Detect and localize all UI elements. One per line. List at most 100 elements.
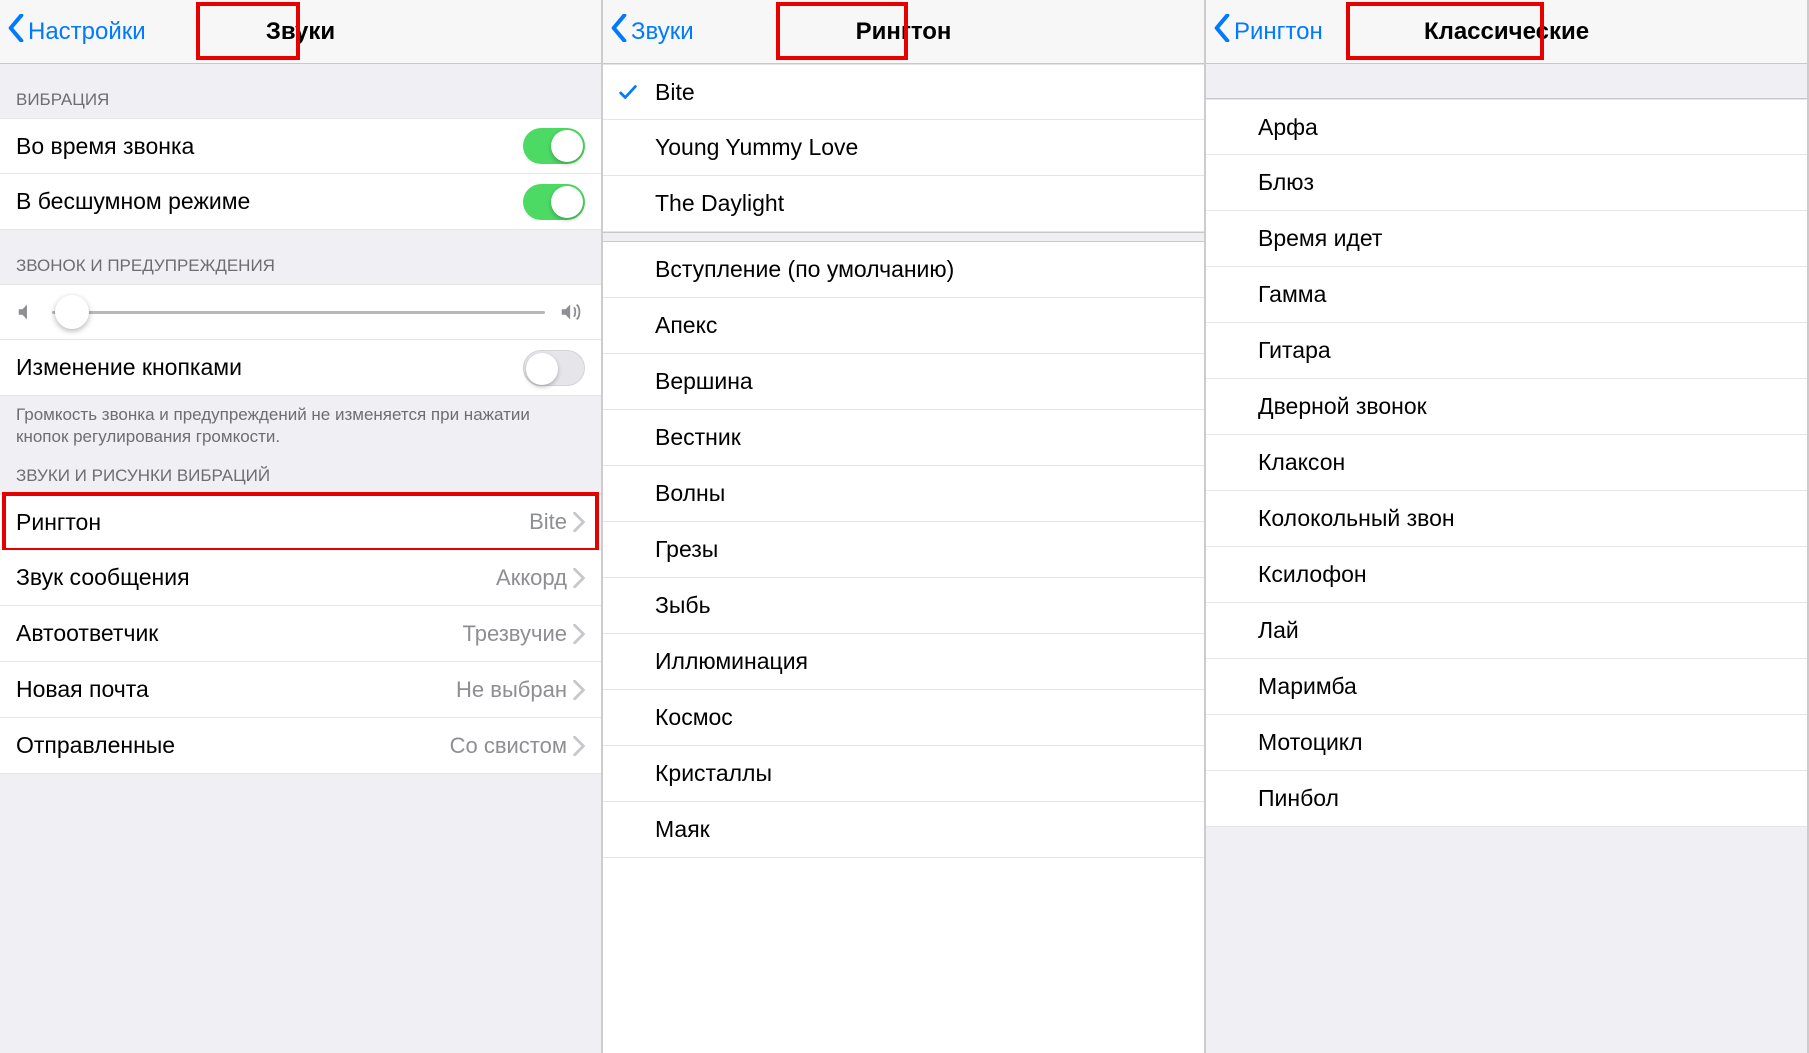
- row-new-mail[interactable]: Новая почта Не выбран: [0, 662, 601, 718]
- ringtone-label: Young Yummy Love: [655, 134, 1188, 161]
- row-change-with-buttons[interactable]: Изменение кнопками: [0, 340, 601, 396]
- classic-ringtone-item[interactable]: Дверной звонок: [1206, 379, 1807, 435]
- row-label: Автоответчик: [16, 620, 463, 647]
- classic-ringtone-item[interactable]: Лай: [1206, 603, 1807, 659]
- row-vibrate-on-ring[interactable]: Во время звонка: [0, 118, 601, 174]
- navbar: Настройки Звуки: [0, 0, 601, 64]
- ringtone-list: Bite Young Yummy Love The Daylight Вступлен…: [603, 64, 1204, 1053]
- row-sent-mail[interactable]: Отправленные Со свистом: [0, 718, 601, 774]
- ringtone-label: Маяк: [655, 816, 1188, 843]
- ringtone-label: Космос: [655, 704, 1188, 731]
- ringtone-label: Гамма: [1258, 281, 1791, 308]
- classic-ringtone-item[interactable]: Гитара: [1206, 323, 1807, 379]
- ringtone-label: Клаксон: [1258, 449, 1791, 476]
- toggle-vibrate-on-silent[interactable]: [523, 184, 585, 220]
- volume-low-icon: [16, 301, 38, 323]
- row-voicemail[interactable]: Автоответчик Трезвучие: [0, 606, 601, 662]
- ringtone-item[interactable]: Вестник: [603, 410, 1204, 466]
- row-vibrate-on-silent[interactable]: В бесшумном режиме: [0, 174, 601, 230]
- row-label: Новая почта: [16, 676, 456, 703]
- ringtone-item[interactable]: Кристаллы: [603, 746, 1204, 802]
- toggle-knob: [551, 130, 583, 162]
- row-label: Рингтон: [16, 509, 529, 536]
- chevron-right-icon: [573, 624, 585, 644]
- content: Арфа Блюз Время идет Гамма Гитара Дверной зво…: [1206, 64, 1807, 1053]
- ringtone-label: Кристаллы: [655, 760, 1188, 787]
- classic-ringtone-item[interactable]: Блюз: [1206, 155, 1807, 211]
- ringtone-label: Дверной звонок: [1258, 393, 1791, 420]
- back-button[interactable]: Рингтон: [1214, 14, 1323, 49]
- classic-ringtone-item[interactable]: Арфа: [1206, 99, 1807, 155]
- row-ringtone[interactable]: Рингтон Bite: [0, 494, 601, 550]
- chevron-right-icon: [573, 736, 585, 756]
- ringtone-label: Время идет: [1258, 225, 1791, 252]
- chevron-left-icon: [8, 14, 24, 49]
- ringtone-label: Bite: [655, 79, 1188, 106]
- ringtone-item[interactable]: Young Yummy Love: [603, 120, 1204, 176]
- row-value: Трезвучие: [463, 621, 567, 647]
- ringtone-item[interactable]: Волны: [603, 466, 1204, 522]
- classic-ringtone-item[interactable]: Пинбол: [1206, 771, 1807, 827]
- ringtone-label: Вершина: [655, 368, 1188, 395]
- row-label: Во время звонка: [16, 133, 523, 160]
- chevron-right-icon: [573, 568, 585, 588]
- classic-ringtone-item[interactable]: Колокольный звон: [1206, 491, 1807, 547]
- classic-ringtone-screen: Рингтон Классические Арфа Блюз Время идет Г…: [1206, 0, 1809, 1053]
- row-label: Отправленные: [16, 732, 450, 759]
- back-label: Рингтон: [1234, 18, 1323, 46]
- row-value: Не выбран: [456, 677, 567, 703]
- ringtone-label: Арфа: [1258, 114, 1791, 141]
- row-text-tone[interactable]: Звук сообщения Аккорд: [0, 550, 601, 606]
- back-button[interactable]: Звуки: [611, 14, 694, 49]
- chevron-right-icon: [573, 512, 585, 532]
- page-title: Классические: [1424, 18, 1589, 46]
- ringtone-item[interactable]: Вступление (по умолчанию): [603, 242, 1204, 298]
- classic-ringtone-item[interactable]: Клаксон: [1206, 435, 1807, 491]
- row-label: Звук сообщения: [16, 564, 496, 591]
- ringtone-item[interactable]: Зыбь: [603, 578, 1204, 634]
- ringtone-item[interactable]: Вершина: [603, 354, 1204, 410]
- ringtone-label: Вступление (по умолчанию): [655, 256, 1188, 283]
- classic-ringtone-item[interactable]: Время идет: [1206, 211, 1807, 267]
- ringtone-label: Блюз: [1258, 169, 1791, 196]
- volume-high-icon: [559, 300, 585, 324]
- navbar: Рингтон Классические: [1206, 0, 1807, 64]
- section-header-ringer: Звонок и предупреждения: [0, 230, 601, 284]
- content: Вибрация Во время звонка В бесшумном реж…: [0, 64, 601, 1053]
- toggle-vibrate-on-ring[interactable]: [523, 128, 585, 164]
- ringtone-label: Гитара: [1258, 337, 1791, 364]
- classic-ringtone-item[interactable]: Маримба: [1206, 659, 1807, 715]
- ringtone-item[interactable]: Bite: [603, 64, 1204, 120]
- ringtone-item[interactable]: The Daylight: [603, 176, 1204, 232]
- sounds-settings-screen: Настройки Звуки Вибрация Во время звонка…: [0, 0, 603, 1053]
- ringtone-label: The Daylight: [655, 190, 1188, 217]
- ringtone-item[interactable]: Космос: [603, 690, 1204, 746]
- ringtone-item[interactable]: Иллюминация: [603, 634, 1204, 690]
- check-icon: [617, 81, 639, 103]
- back-label: Звуки: [631, 18, 694, 46]
- back-button[interactable]: Настройки: [8, 14, 146, 49]
- ringtone-label: Грезы: [655, 536, 1188, 563]
- classic-ringtone-item[interactable]: Гамма: [1206, 267, 1807, 323]
- slider-thumb[interactable]: [55, 295, 89, 329]
- classic-list: Арфа Блюз Время идет Гамма Гитара Дверной зво…: [1206, 98, 1807, 827]
- row-value: Со свистом: [450, 733, 567, 759]
- section-footer-buttons: Громкость звонка и предупреждений не изм…: [0, 396, 601, 460]
- ringtone-item[interactable]: Апекс: [603, 298, 1204, 354]
- classic-ringtone-item[interactable]: Мотоцикл: [1206, 715, 1807, 771]
- toggle-knob: [526, 353, 558, 385]
- toggle-change-with-buttons[interactable]: [523, 350, 585, 386]
- navbar: Звуки Рингтон: [603, 0, 1204, 64]
- ringer-volume-slider-row: [0, 284, 601, 340]
- ringtone-item[interactable]: Грезы: [603, 522, 1204, 578]
- chevron-left-icon: [1214, 14, 1230, 49]
- row-label: Изменение кнопками: [16, 354, 523, 381]
- volume-slider[interactable]: [52, 311, 545, 314]
- section-header-sounds: Звуки и рисунки вибраций: [0, 460, 601, 494]
- group-gap: [603, 232, 1204, 242]
- chevron-left-icon: [611, 14, 627, 49]
- classic-ringtone-item[interactable]: Ксилофон: [1206, 547, 1807, 603]
- ringtone-item[interactable]: Маяк: [603, 802, 1204, 858]
- ringtone-screen: Звуки Рингтон Bite Young Yummy Love The Da…: [603, 0, 1206, 1053]
- ringtone-label: Иллюминация: [655, 648, 1188, 675]
